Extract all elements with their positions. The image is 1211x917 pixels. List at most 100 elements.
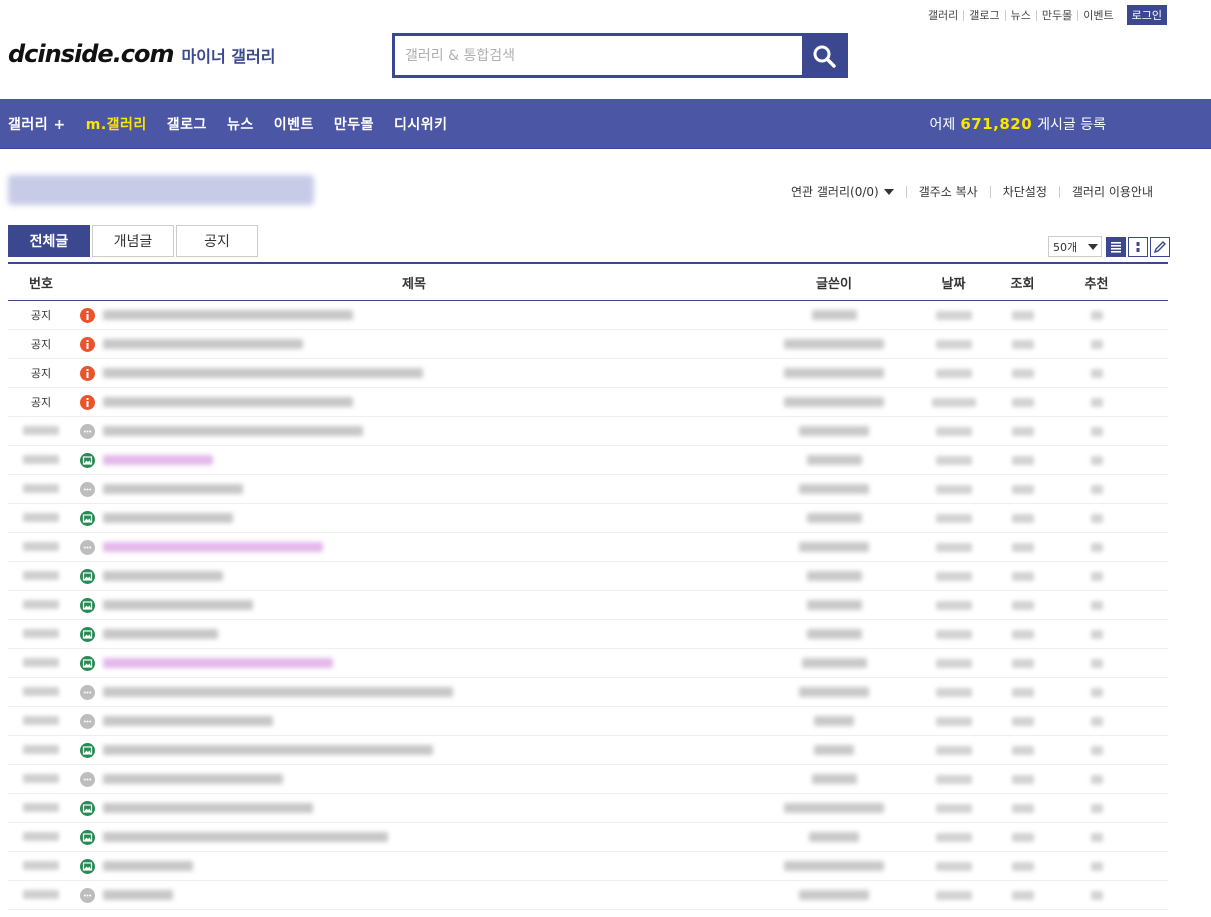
list-size-select[interactable]: 50개 xyxy=(1048,236,1102,257)
row-writer[interactable] xyxy=(754,310,914,320)
top-link-mall[interactable]: 만두몰 xyxy=(1035,9,1077,21)
row-writer[interactable] xyxy=(754,397,914,407)
table-row[interactable] xyxy=(8,852,1168,881)
row-title[interactable] xyxy=(74,829,754,845)
row-writer[interactable] xyxy=(754,803,914,813)
image-post-icon xyxy=(80,800,95,816)
row-view xyxy=(993,600,1052,610)
row-writer[interactable] xyxy=(754,832,914,842)
row-writer[interactable] xyxy=(754,513,914,523)
block-settings-link[interactable]: 차단설정 xyxy=(989,186,1059,198)
row-writer[interactable] xyxy=(754,658,914,668)
tab-all[interactable]: 전체글 xyxy=(8,225,90,257)
row-writer[interactable] xyxy=(754,484,914,494)
compact-view-button[interactable] xyxy=(1128,236,1148,257)
table-row[interactable] xyxy=(8,475,1168,504)
row-title[interactable] xyxy=(74,887,754,903)
write-button[interactable] xyxy=(1150,236,1170,257)
table-row[interactable] xyxy=(8,620,1168,649)
tab-notice[interactable]: 공지 xyxy=(176,225,258,257)
row-title[interactable] xyxy=(74,423,754,439)
row-writer[interactable] xyxy=(754,426,914,436)
top-link-news[interactable]: 뉴스 xyxy=(1004,9,1036,21)
top-link-gallery[interactable]: 갤러리 xyxy=(923,10,963,21)
gallery-guide-link[interactable]: 갤러리 이용안내 xyxy=(1058,186,1165,198)
row-title[interactable] xyxy=(74,510,754,526)
row-writer[interactable] xyxy=(754,716,914,726)
row-writer[interactable] xyxy=(754,745,914,755)
table-row[interactable] xyxy=(8,649,1168,678)
table-row[interactable] xyxy=(8,533,1168,562)
row-view xyxy=(993,542,1052,552)
row-writer[interactable] xyxy=(754,600,914,610)
search-button[interactable] xyxy=(802,36,845,75)
nav-wiki[interactable]: 디시위키 xyxy=(394,114,448,134)
stat-prefix: 어제 xyxy=(929,117,956,133)
row-view xyxy=(993,455,1052,465)
row-title[interactable] xyxy=(74,539,754,555)
nav-news[interactable]: 뉴스 xyxy=(227,114,254,134)
row-title[interactable] xyxy=(74,800,754,816)
notice-icon xyxy=(80,365,95,381)
row-title[interactable] xyxy=(74,858,754,874)
table-row[interactable]: 공지 xyxy=(8,388,1168,417)
row-title[interactable] xyxy=(74,713,754,729)
top-link-event[interactable]: 이벤트 xyxy=(1077,9,1118,21)
row-title[interactable] xyxy=(74,452,754,468)
table-row[interactable] xyxy=(8,446,1168,475)
row-writer[interactable] xyxy=(754,629,914,639)
row-writer[interactable] xyxy=(754,542,914,552)
nav-event[interactable]: 이벤트 xyxy=(274,114,314,134)
row-writer[interactable] xyxy=(754,687,914,697)
table-row[interactable]: 공지 xyxy=(8,301,1168,330)
row-title[interactable] xyxy=(74,597,754,613)
related-gallery-dropdown[interactable]: 연관 갤러리(0/0) xyxy=(779,186,906,198)
list-view-button[interactable] xyxy=(1106,236,1126,257)
row-title[interactable] xyxy=(74,336,754,352)
row-title[interactable] xyxy=(74,684,754,700)
table-row[interactable]: 공지 xyxy=(8,330,1168,359)
row-writer[interactable] xyxy=(754,861,914,871)
comment-post-icon xyxy=(80,539,95,555)
row-title[interactable] xyxy=(74,655,754,671)
row-writer[interactable] xyxy=(754,890,914,900)
login-button[interactable]: 로그인 xyxy=(1126,5,1167,25)
table-row[interactable] xyxy=(8,707,1168,736)
copy-address-link[interactable]: 갤주소 복사 xyxy=(905,186,990,198)
table-row[interactable] xyxy=(8,504,1168,533)
row-writer[interactable] xyxy=(754,455,914,465)
nav-minor-gallery[interactable]: m.갤러리 xyxy=(86,114,147,134)
table-row[interactable] xyxy=(8,591,1168,620)
image-post-icon xyxy=(80,510,95,526)
nav-gallery[interactable]: 갤러리 + xyxy=(8,114,66,134)
row-title[interactable] xyxy=(74,394,754,410)
row-title[interactable] xyxy=(74,626,754,642)
table-row[interactable]: 공지 xyxy=(8,359,1168,388)
row-rec xyxy=(1052,368,1141,378)
row-writer[interactable] xyxy=(754,339,914,349)
table-row[interactable] xyxy=(8,417,1168,446)
top-link-gallog[interactable]: 갤로그 xyxy=(963,9,1004,21)
gallery-title[interactable] xyxy=(8,175,314,205)
row-title[interactable] xyxy=(74,365,754,381)
nav-mall[interactable]: 만두몰 xyxy=(334,114,374,134)
table-row[interactable] xyxy=(8,881,1168,910)
row-title[interactable] xyxy=(74,307,754,323)
row-writer[interactable] xyxy=(754,368,914,378)
nav-gallog[interactable]: 갤로그 xyxy=(167,114,207,134)
search-input[interactable] xyxy=(395,36,802,75)
tab-concept[interactable]: 개념글 xyxy=(92,225,174,257)
table-row[interactable] xyxy=(8,678,1168,707)
table-row[interactable] xyxy=(8,823,1168,852)
row-title[interactable] xyxy=(74,742,754,758)
row-writer[interactable] xyxy=(754,774,914,784)
table-row[interactable] xyxy=(8,562,1168,591)
row-writer[interactable] xyxy=(754,571,914,581)
row-title[interactable] xyxy=(74,771,754,787)
table-row[interactable] xyxy=(8,765,1168,794)
site-logo[interactable]: dcinside.com 마이너 갤러리 xyxy=(8,40,275,68)
table-row[interactable] xyxy=(8,794,1168,823)
row-title[interactable] xyxy=(74,481,754,497)
table-row[interactable] xyxy=(8,736,1168,765)
row-title[interactable] xyxy=(74,568,754,584)
